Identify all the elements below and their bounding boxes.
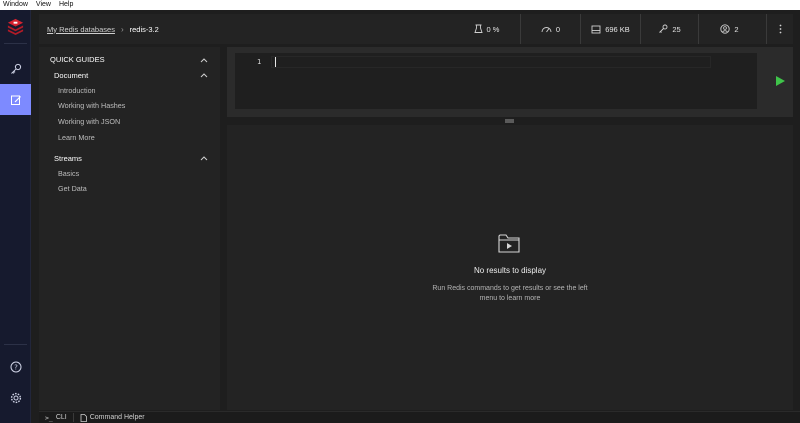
users-icon — [720, 24, 731, 34]
nav-rail: ? — [0, 10, 31, 423]
chevron-up-icon[interactable] — [200, 57, 208, 63]
kebab-menu-icon — [779, 24, 781, 34]
section-document-title[interactable]: Document — [54, 71, 88, 80]
empty-results-title: No results to display — [473, 266, 547, 275]
breadcrumb: My Redis databases › redis-3.2 — [47, 14, 159, 44]
breadcrumb-current-db: redis-3.2 — [129, 24, 159, 34]
svg-text:?: ? — [14, 363, 18, 371]
gauge-icon — [541, 27, 552, 33]
guide-link-get-data[interactable]: Get Data — [58, 184, 87, 193]
settings-button[interactable] — [0, 382, 31, 413]
redis-logo-icon[interactable] — [6, 17, 25, 36]
folder-play-icon — [498, 234, 520, 253]
stat-keys: 25 — [640, 14, 698, 44]
command-helper-button[interactable]: Command Helper — [80, 412, 145, 423]
menu-help[interactable]: Help — [59, 0, 73, 10]
stat-clients: 2 — [698, 14, 760, 44]
panel-resize-handle[interactable] — [505, 119, 514, 123]
cli-label: CLI — [55, 414, 67, 421]
empty-results-subtitle: Run Redis commands to get results or see… — [432, 285, 588, 302]
stat-clients-value: 2 — [734, 24, 739, 34]
chevron-right-icon: › — [120, 24, 124, 34]
more-options-button[interactable] — [766, 14, 793, 44]
run-icon[interactable] — [774, 75, 786, 87]
guide-link-learn-more[interactable]: Learn More — [58, 133, 95, 142]
stat-memory: 696 KB — [580, 14, 640, 44]
results-panel: No results to display Run Redis commands… — [227, 125, 793, 410]
stat-ops-value: 0 — [555, 24, 561, 34]
instance-stats: 0 % 0 696 KB 25 2 — [453, 14, 760, 44]
query-editor-panel: 1 — [227, 47, 793, 117]
current-line-highlight — [271, 56, 711, 68]
help-button[interactable]: ? — [0, 351, 31, 382]
stat-cpu: 0 % — [453, 14, 520, 44]
os-menubar: Window View Help — [0, 0, 800, 10]
cli-button[interactable]: >_ CLI — [45, 412, 67, 423]
bottom-bar: >_ CLI Command Helper — [39, 411, 800, 423]
guide-link-hashes[interactable]: Working with Hashes — [58, 101, 125, 110]
stat-memory-value: 696 KB — [605, 24, 630, 34]
command-helper-label: Command Helper — [89, 414, 145, 421]
menu-view[interactable]: View — [36, 0, 51, 10]
workbench-icon — [10, 95, 21, 105]
quick-guides-title[interactable]: QUICK GUIDES — [50, 55, 105, 64]
key-icon — [659, 24, 668, 33]
stat-cpu-value: 0 % — [486, 24, 500, 34]
menu-window[interactable]: Window — [3, 0, 28, 10]
guide-link-basics[interactable]: Basics — [58, 169, 79, 178]
stat-ops: 0 — [520, 14, 580, 44]
guide-link-introduction[interactable]: Introduction — [58, 86, 96, 95]
bottom-bar-divider — [72, 413, 74, 422]
query-editor[interactable]: 1 — [235, 53, 757, 109]
browser-icon — [10, 63, 21, 74]
rail-divider — [4, 43, 27, 44]
terminal-icon: >_ — [45, 413, 53, 422]
memory-icon — [591, 25, 601, 33]
workbench-button[interactable] — [0, 84, 31, 115]
text-caret — [275, 57, 276, 67]
quick-guides-panel: QUICK GUIDES Document Introduction Worki… — [39, 47, 220, 410]
browser-button[interactable] — [0, 53, 31, 84]
guide-link-json[interactable]: Working with JSON — [58, 117, 120, 126]
cpu-icon — [473, 24, 483, 33]
rail-divider — [4, 344, 27, 345]
stat-keys-value: 25 — [672, 24, 681, 34]
instance-header: My Redis databases › redis-3.2 0 % 0 696… — [39, 14, 793, 44]
help-icon: ? — [10, 361, 21, 372]
document-icon — [80, 413, 87, 422]
settings-icon — [10, 392, 21, 403]
breadcrumb-databases-link[interactable]: My Redis databases — [47, 25, 115, 34]
chevron-up-icon[interactable] — [200, 155, 208, 161]
line-number: 1 — [257, 58, 262, 66]
chevron-up-icon[interactable] — [200, 72, 208, 78]
section-streams-title[interactable]: Streams — [54, 154, 82, 163]
